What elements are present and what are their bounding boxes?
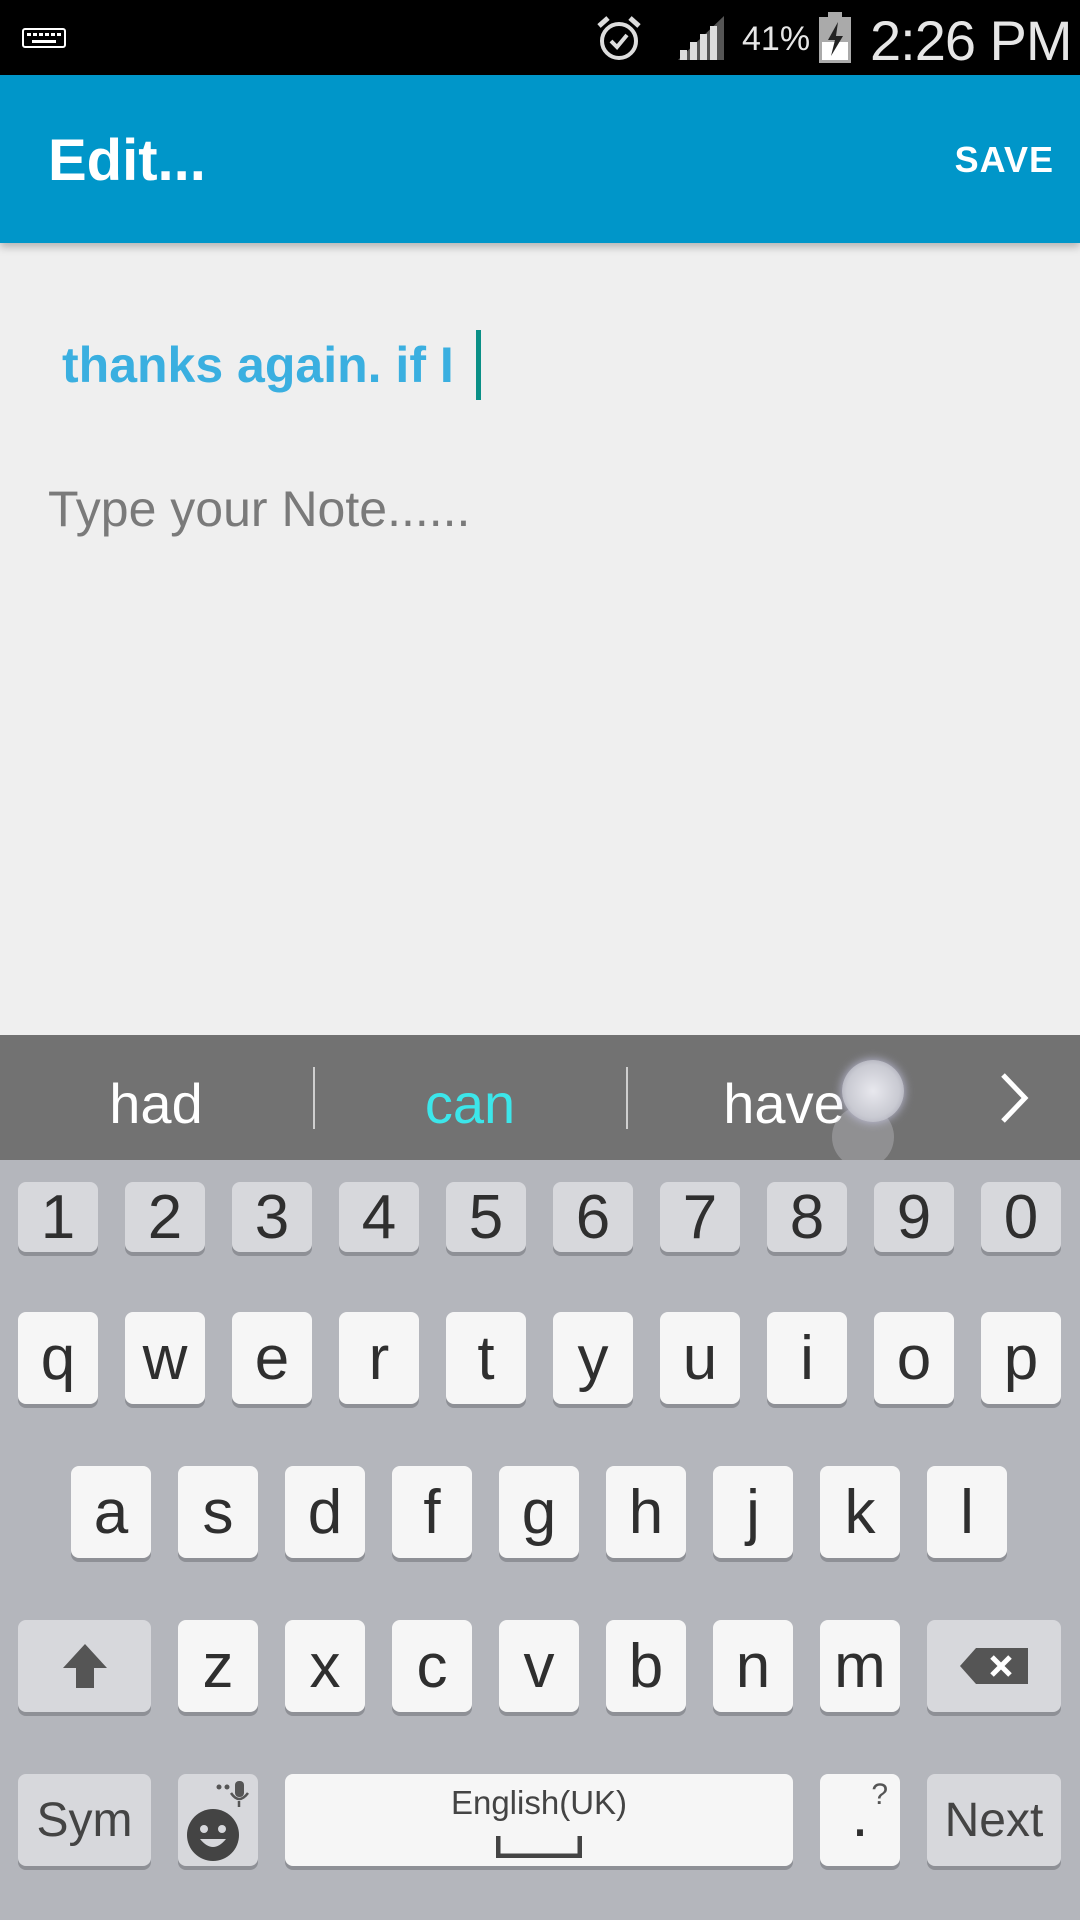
key-2[interactable]: 2 <box>125 1182 205 1252</box>
battery-charging-icon <box>819 12 851 63</box>
key-i[interactable]: i <box>767 1312 847 1404</box>
alarm-icon <box>597 16 641 60</box>
divider <box>313 1067 315 1129</box>
key-7[interactable]: 7 <box>660 1182 740 1252</box>
key-h[interactable]: h <box>606 1466 686 1558</box>
key-4[interactable]: 4 <box>339 1182 419 1252</box>
key-5[interactable]: 5 <box>446 1182 526 1252</box>
touch-indicator <box>842 1060 904 1122</box>
key-s[interactable]: s <box>178 1466 258 1558</box>
key-g[interactable]: g <box>499 1466 579 1558</box>
key-m[interactable]: m <box>820 1620 900 1712</box>
suggestion-bar: had can have <box>0 1035 1080 1160</box>
clock: 2:26 PM <box>870 9 1073 72</box>
key-t[interactable]: t <box>446 1312 526 1404</box>
key-9[interactable]: 9 <box>874 1182 954 1252</box>
next-key[interactable]: Next <box>927 1774 1061 1866</box>
period-secondary-label: ? <box>871 1778 888 1811</box>
signal-icon <box>678 16 724 60</box>
key-0[interactable]: 0 <box>981 1182 1061 1252</box>
key-z[interactable]: z <box>178 1620 258 1712</box>
key-l[interactable]: l <box>927 1466 1007 1558</box>
key-w[interactable]: w <box>125 1312 205 1404</box>
key-c[interactable]: c <box>392 1620 472 1712</box>
status-bar: 41% 2:26 PM <box>0 0 1080 75</box>
backspace-key[interactable] <box>927 1620 1061 1712</box>
divider <box>626 1067 628 1129</box>
note-input[interactable]: Type your Note...... <box>48 480 470 538</box>
key-v[interactable]: v <box>499 1620 579 1712</box>
keyboard-icon <box>22 28 66 48</box>
key-8[interactable]: 8 <box>767 1182 847 1252</box>
key-x[interactable]: x <box>285 1620 365 1712</box>
period-label: . <box>851 1781 869 1850</box>
key-d[interactable]: d <box>285 1466 365 1558</box>
key-n[interactable]: n <box>713 1620 793 1712</box>
key-q[interactable]: q <box>18 1312 98 1404</box>
key-j[interactable]: j <box>713 1466 793 1558</box>
shift-arrow-icon <box>62 1644 107 1688</box>
suggestion-item[interactable]: had <box>6 1071 306 1136</box>
suggestion-item-highlighted[interactable]: can <box>320 1071 620 1136</box>
space-language-label: English(UK) <box>450 1784 628 1821</box>
app-bar: Edit... SAVE <box>0 75 1080 243</box>
key-y[interactable]: y <box>553 1312 633 1404</box>
key-e[interactable]: e <box>232 1312 312 1404</box>
sym-key[interactable]: Sym <box>18 1774 151 1866</box>
battery-percent: 41% <box>742 20 811 58</box>
chevron-right-icon[interactable] <box>995 1071 1035 1125</box>
title-input[interactable]: thanks again. if I <box>62 336 454 394</box>
backspace-icon <box>960 1648 1028 1684</box>
page-title: Edit... <box>48 128 206 193</box>
emoji-key[interactable] <box>178 1774 258 1866</box>
period-key[interactable]: . ? <box>820 1774 900 1866</box>
key-1[interactable]: 1 <box>18 1182 98 1252</box>
text-cursor <box>476 330 481 400</box>
key-f[interactable]: f <box>392 1466 472 1558</box>
emoji-mic-icon <box>187 1781 249 1861</box>
key-o[interactable]: o <box>874 1312 954 1404</box>
key-u[interactable]: u <box>660 1312 740 1404</box>
soft-keyboard: 1 2 3 4 5 6 7 8 9 0 q w e r t y u i o p … <box>0 1160 1080 1920</box>
key-a[interactable]: a <box>71 1466 151 1558</box>
space-bar-icon <box>496 1836 582 1858</box>
shift-key[interactable] <box>18 1620 151 1712</box>
key-b[interactable]: b <box>606 1620 686 1712</box>
key-k[interactable]: k <box>820 1466 900 1558</box>
key-p[interactable]: p <box>981 1312 1061 1404</box>
key-6[interactable]: 6 <box>553 1182 633 1252</box>
save-button[interactable]: SAVE <box>955 139 1054 181</box>
space-key[interactable]: English(UK) <box>285 1774 793 1866</box>
key-r[interactable]: r <box>339 1312 419 1404</box>
key-3[interactable]: 3 <box>232 1182 312 1252</box>
